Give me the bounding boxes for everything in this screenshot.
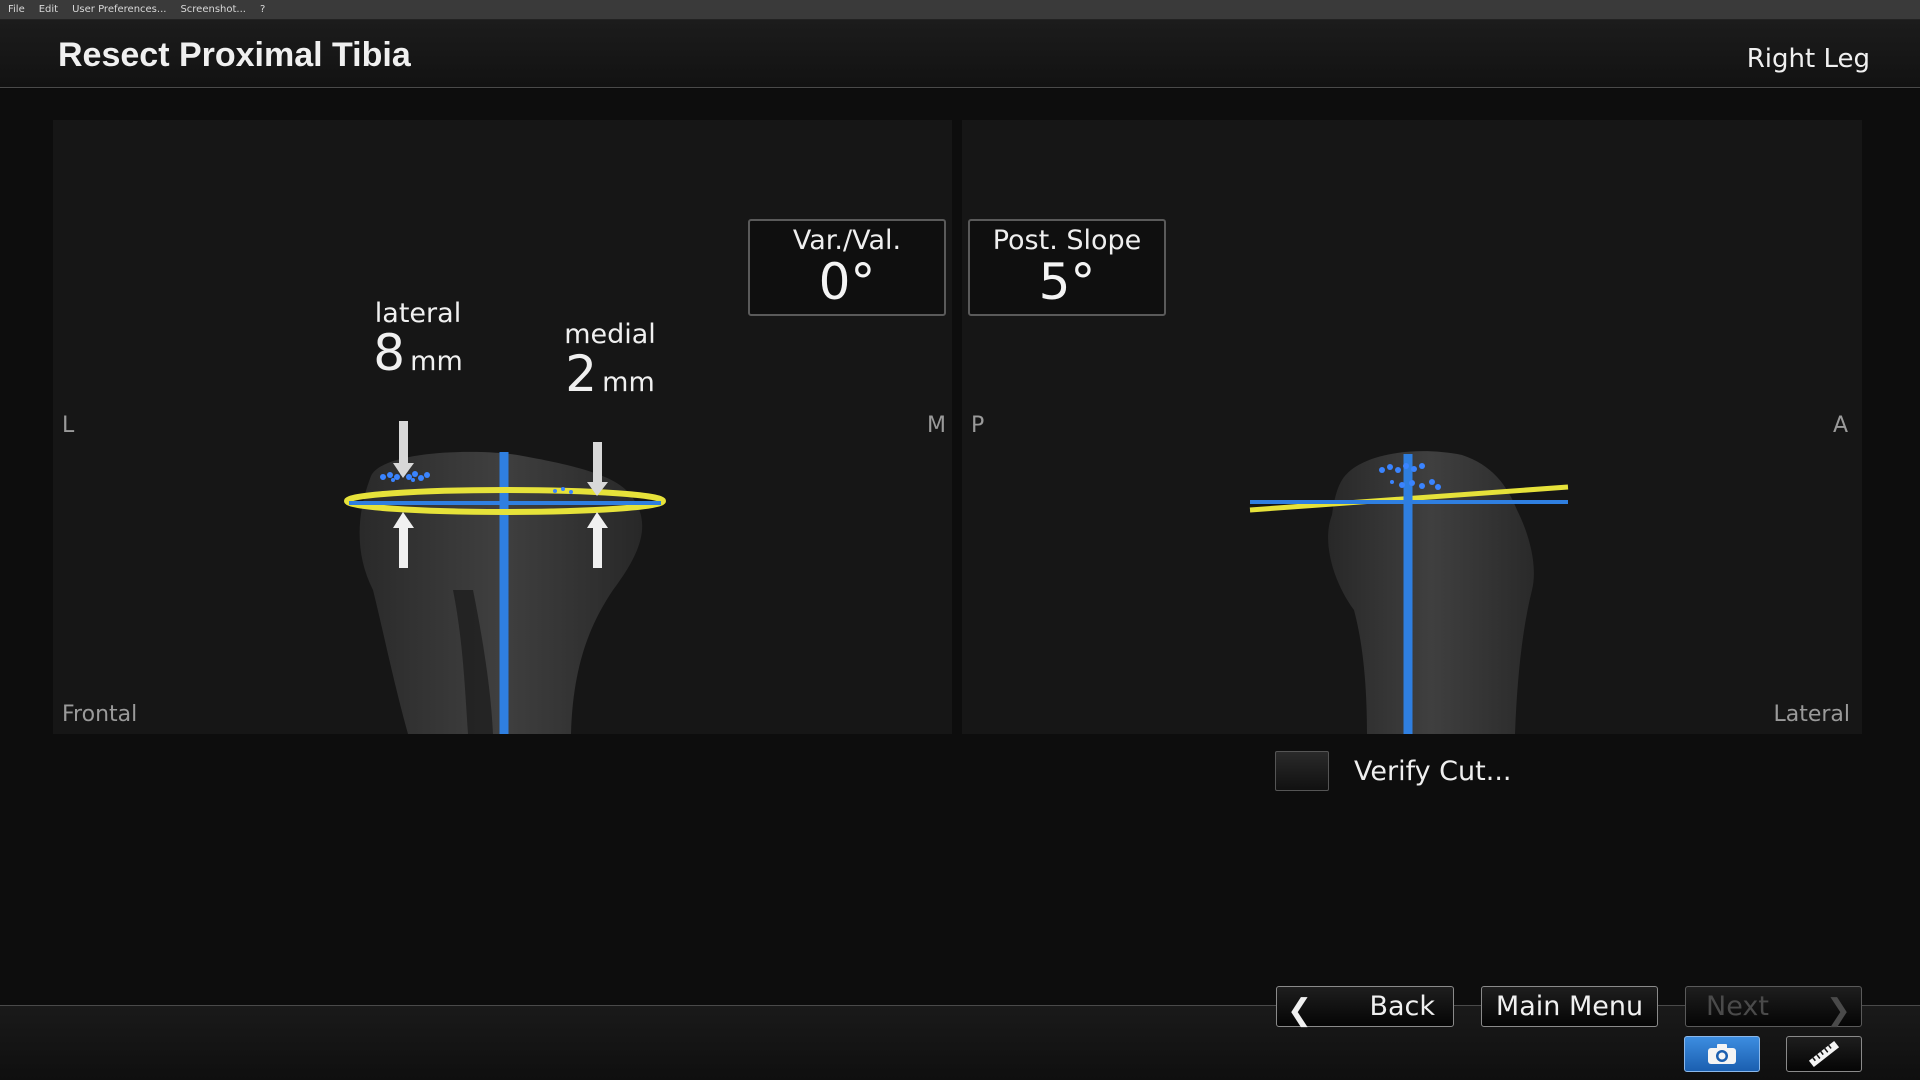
frontal-view-name: Frontal	[62, 702, 138, 727]
frontal-label-left: L	[62, 413, 75, 438]
posterior-slope-title: Post. Slope	[992, 225, 1142, 256]
camera-button[interactable]	[1684, 1036, 1760, 1072]
lateral-label-left: P	[971, 413, 985, 438]
posterior-slope-box: Post. Slope 5°	[968, 219, 1166, 316]
camera-icon	[1708, 1044, 1736, 1064]
lateral-label-right: A	[1832, 413, 1848, 438]
menu-edit[interactable]: Edit	[39, 4, 58, 15]
page-title: Resect Proximal Tibia	[58, 36, 411, 74]
varus-valgus-title: Var./Val.	[792, 225, 902, 256]
lateral-depth-label: lateral 8 mm	[373, 298, 463, 382]
next-button[interactable]: Next ❯	[1685, 986, 1862, 1028]
chevron-left-icon: ❮	[1287, 993, 1313, 1028]
leg-side-label: Right Leg	[1746, 44, 1870, 74]
verify-cut-option[interactable]: Verify Cut...	[1275, 751, 1511, 791]
frontal-label-right: M	[927, 413, 946, 438]
varus-valgus-box: Var./Val. 0°	[748, 219, 946, 316]
next-button-label: Next	[1706, 991, 1769, 1022]
menu-help[interactable]: ?	[260, 4, 265, 15]
menu-screenshot[interactable]: Screenshot...	[180, 4, 246, 15]
verify-cut-label: Verify Cut...	[1354, 755, 1512, 787]
varus-valgus-value: 0°	[818, 253, 876, 311]
ruler-button[interactable]	[1786, 1036, 1862, 1072]
posterior-slope-value: 5°	[1038, 253, 1096, 311]
main-menu-button[interactable]: Main Menu	[1481, 986, 1658, 1027]
lateral-view-name: Lateral	[1773, 702, 1850, 727]
verify-cut-checkbox[interactable]	[1275, 751, 1329, 791]
menu-bar: File Edit User Preferences... Screenshot…	[0, 0, 1920, 20]
back-button-label: Back	[1369, 991, 1435, 1022]
ruler-icon	[1808, 1041, 1840, 1067]
chevron-right-icon: ❯	[1825, 993, 1851, 1028]
main-area: L M Frontal lateral 8 mm medial 2 mm P A…	[0, 89, 1920, 1005]
menu-user-preferences[interactable]: User Preferences...	[72, 4, 166, 15]
menu-file[interactable]: File	[8, 4, 25, 15]
lateral-tibia-render	[1249, 451, 1569, 734]
header: Resect Proximal Tibia Right Leg	[0, 20, 1920, 88]
main-menu-button-label: Main Menu	[1495, 991, 1644, 1022]
medial-depth-label: medial 2 mm	[564, 319, 656, 403]
lateral-viewport[interactable]: P A Lateral	[962, 120, 1862, 734]
back-button[interactable]: ❮ Back	[1276, 986, 1454, 1028]
frontal-viewport[interactable]: L M Frontal lateral 8 mm medial 2 mm	[53, 120, 952, 734]
frontal-tibia-render	[344, 421, 666, 734]
